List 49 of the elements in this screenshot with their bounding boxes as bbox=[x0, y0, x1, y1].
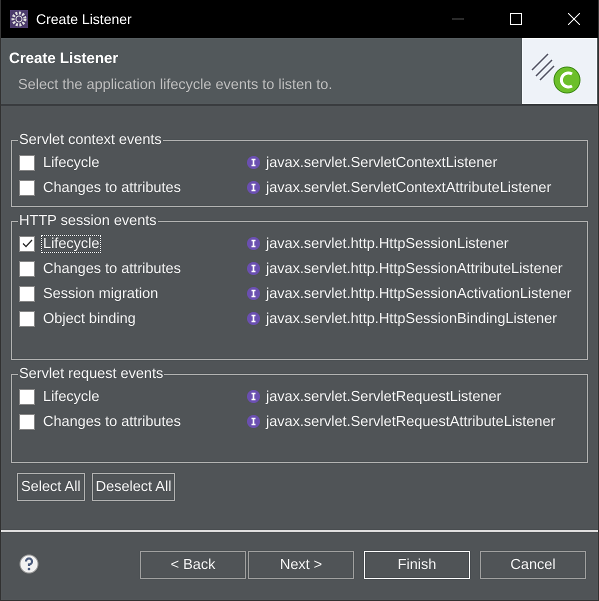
selection-button[interactable]: Select All bbox=[17, 473, 85, 501]
interface-icon bbox=[247, 312, 260, 325]
checkbox-label[interactable]: Object binding bbox=[41, 310, 138, 328]
page-description: Select the application lifecycle events to listen to. bbox=[18, 77, 332, 93]
checkbox[interactable] bbox=[19, 388, 35, 404]
checkbox[interactable] bbox=[19, 414, 35, 430]
window-title: Create Listener bbox=[36, 11, 132, 27]
checkbox[interactable] bbox=[19, 154, 35, 170]
interface-name: javax.servlet.ServletRequestAttributeListener bbox=[266, 414, 556, 430]
interface-icon bbox=[247, 415, 260, 428]
gear-icon bbox=[10, 10, 28, 28]
interface-name: javax.servlet.http.HttpSessionActivationListener bbox=[266, 286, 572, 302]
checkbox-label[interactable]: Lifecycle bbox=[41, 388, 102, 406]
checkbox-label[interactable]: Changes to attributes bbox=[41, 412, 183, 430]
checkbox-label[interactable]: Lifecycle bbox=[41, 154, 102, 172]
wizard-button[interactable]: Cancel bbox=[480, 551, 586, 579]
maximize-icon[interactable] bbox=[510, 13, 522, 25]
checkbox[interactable] bbox=[19, 180, 35, 196]
selection-button[interactable]: Deselect All bbox=[92, 473, 176, 501]
wizard-button[interactable]: Next > bbox=[248, 551, 354, 579]
interface-icon bbox=[247, 287, 260, 300]
checkbox[interactable] bbox=[19, 310, 35, 326]
checkbox-label[interactable]: Lifecycle bbox=[41, 234, 102, 252]
group-title: Servlet context events bbox=[18, 132, 163, 148]
wizard-button[interactable]: Finish bbox=[364, 551, 470, 579]
interface-icon bbox=[247, 156, 260, 169]
interface-icon bbox=[247, 181, 260, 194]
interface-name: javax.servlet.ServletContextAttributeListener bbox=[266, 180, 552, 196]
interface-icon bbox=[247, 237, 260, 250]
checkbox[interactable] bbox=[19, 236, 35, 252]
interface-name: javax.servlet.http.HttpSessionListener bbox=[266, 236, 509, 252]
interface-icon bbox=[247, 262, 260, 275]
interface-icon bbox=[247, 390, 260, 403]
checkbox-label[interactable]: Changes to attributes bbox=[41, 260, 183, 278]
interface-name: javax.servlet.ServletContextListener bbox=[266, 154, 498, 170]
checkbox[interactable] bbox=[19, 260, 35, 276]
checkbox-label[interactable]: Session migration bbox=[41, 284, 160, 302]
close-icon[interactable] bbox=[568, 13, 580, 25]
interface-name: javax.servlet.ServletRequestListener bbox=[266, 388, 502, 404]
help-icon[interactable] bbox=[19, 554, 39, 574]
checkmark-icon bbox=[22, 238, 32, 249]
checkbox-label[interactable]: Changes to attributes bbox=[41, 178, 183, 196]
group-title: Servlet request events bbox=[18, 366, 164, 382]
page-title: Create Listener bbox=[9, 50, 120, 67]
group-title: HTTP session events bbox=[18, 213, 158, 229]
checkbox[interactable] bbox=[19, 286, 35, 302]
wizard-button[interactable]: < Back bbox=[140, 551, 246, 579]
interface-name: javax.servlet.http.HttpSessionBindingListener bbox=[266, 310, 557, 326]
interface-name: javax.servlet.http.HttpSessionAttributeListener bbox=[266, 260, 563, 276]
